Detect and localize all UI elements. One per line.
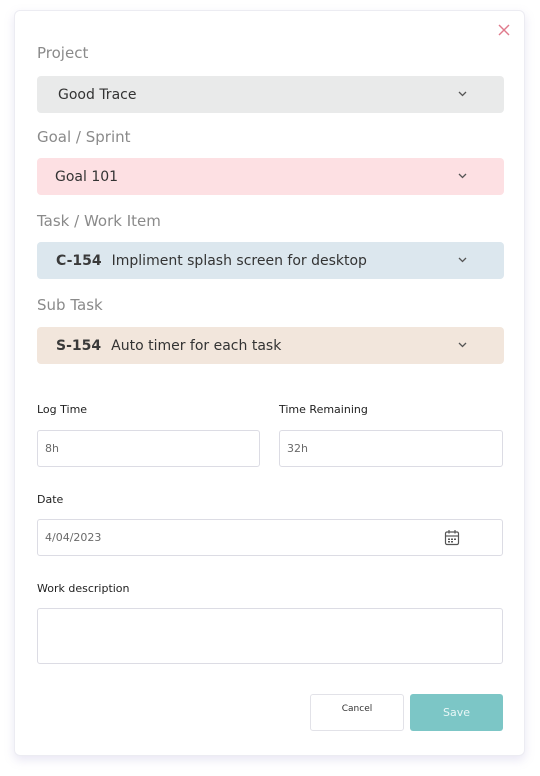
subtask-label: Sub Task [37, 296, 103, 314]
log-time-input[interactable] [37, 430, 260, 467]
date-label: Date [37, 493, 64, 506]
chevron-down-icon [458, 173, 467, 179]
work-description-label: Work description [37, 582, 130, 595]
calendar-icon[interactable] [444, 529, 460, 546]
goal-value: Goal 101 [55, 168, 119, 185]
chevron-down-icon [458, 257, 467, 263]
date-input[interactable] [37, 519, 503, 556]
save-button[interactable]: Save [410, 694, 503, 731]
subtask-select[interactable]: S-154 Auto timer for each task [37, 327, 504, 364]
chevron-down-icon [458, 342, 467, 348]
log-time-label: Log Time [37, 403, 88, 416]
subtask-value: Auto timer for each task [111, 337, 282, 354]
chevron-down-icon [458, 91, 467, 97]
task-label: Task / Work Item [37, 212, 161, 230]
time-remaining-input[interactable] [279, 430, 503, 467]
cancel-button[interactable]: Cancel [310, 694, 404, 731]
task-select[interactable]: C-154 Impliment splash screen for deskto… [37, 242, 504, 279]
close-icon[interactable] [497, 23, 511, 37]
task-value: Impliment splash screen for desktop [111, 252, 367, 269]
subtask-code: S-154 [56, 337, 102, 354]
project-value: Good Trace [58, 86, 137, 103]
work-description-input[interactable] [37, 608, 503, 664]
time-remaining-label: Time Remaining [279, 403, 368, 416]
project-label: Project [37, 44, 89, 62]
project-select[interactable]: Good Trace [37, 76, 504, 113]
goal-select[interactable]: Goal 101 [37, 158, 504, 195]
goal-label: Goal / Sprint [37, 128, 131, 146]
task-code: C-154 [56, 252, 102, 269]
